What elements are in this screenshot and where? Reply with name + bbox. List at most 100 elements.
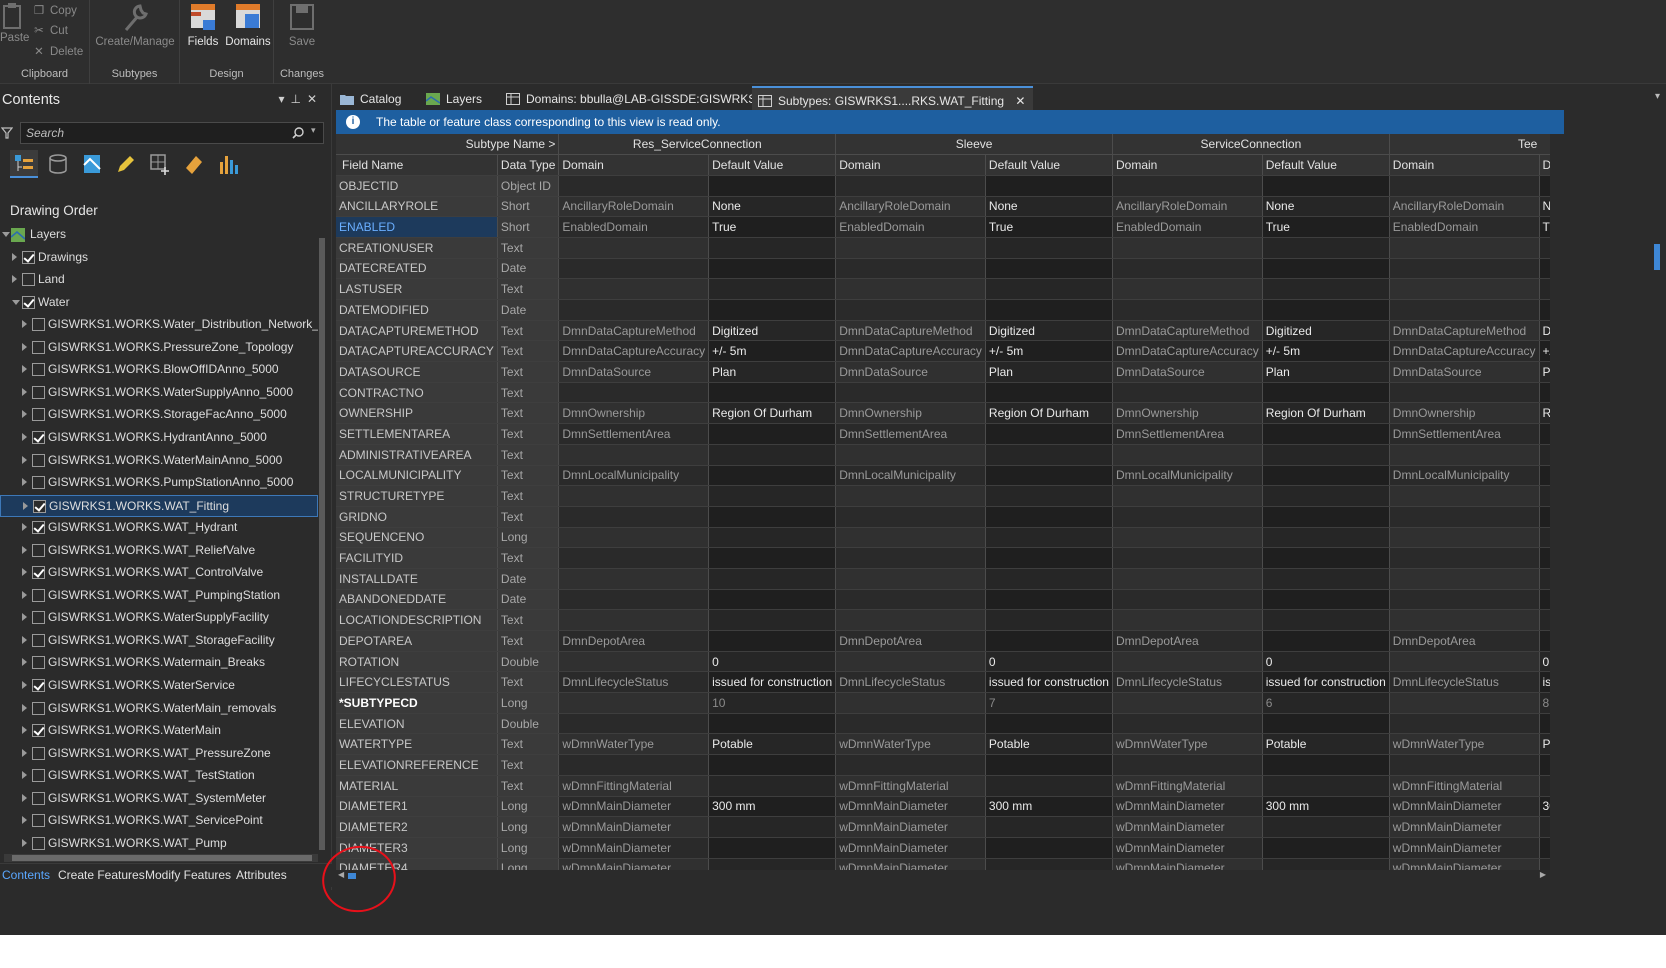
close-icon[interactable]: ✕ xyxy=(307,92,323,106)
default-value-cell[interactable]: True xyxy=(708,216,837,238)
domain-cell[interactable] xyxy=(558,506,710,528)
visibility-checkbox[interactable] xyxy=(32,769,45,783)
scroll-right-arrow-icon[interactable]: ▶ xyxy=(1540,870,1546,879)
domain-cell[interactable] xyxy=(1389,568,1540,590)
expand-arrow-icon[interactable] xyxy=(22,342,27,351)
default-value-cell[interactable] xyxy=(1262,444,1390,466)
domain-cell[interactable]: DmnSettlementArea xyxy=(1389,423,1540,445)
field-name-cell[interactable]: MATERIAL xyxy=(336,775,498,797)
field-name-cell[interactable]: GRIDNO xyxy=(336,506,498,528)
field-name-cell[interactable]: LIFECYCLESTATUS xyxy=(336,671,498,694)
domain-cell[interactable] xyxy=(1112,237,1263,259)
domain-cell[interactable]: DmnSettlementArea xyxy=(1112,423,1263,445)
domain-cell[interactable]: wDmnFittingMaterial xyxy=(1112,775,1263,797)
tab-domains[interactable]: Domains: bbulla@LAB-GISSDE:GISWRKS1 xyxy=(506,86,763,110)
default-value-cell[interactable] xyxy=(1262,713,1390,735)
default-value-cell[interactable] xyxy=(1262,382,1390,404)
domain-cell[interactable]: DmnDataSource xyxy=(835,361,986,383)
domain-cell[interactable] xyxy=(1112,568,1263,590)
scroll-thumb[interactable] xyxy=(1654,244,1660,270)
data-source-tool[interactable] xyxy=(44,150,72,178)
default-value-cell[interactable] xyxy=(1262,423,1390,445)
default-value-cell[interactable]: None xyxy=(1539,196,1550,218)
domain-cell[interactable] xyxy=(835,692,986,714)
default-value-cell[interactable]: 0 xyxy=(708,651,837,673)
layer-tree-item[interactable]: GISWRKS1.WORKS.WAT_StorageFacility xyxy=(0,630,318,652)
default-value-cell[interactable]: 10 xyxy=(708,692,837,714)
domain-cell[interactable]: DmnDepotArea xyxy=(1112,630,1263,652)
layer-tree-item[interactable]: GISWRKS1.WORKS.WaterSupplyFacility xyxy=(0,607,318,629)
visibility-checkbox[interactable] xyxy=(32,340,45,354)
default-value-cell[interactable] xyxy=(985,423,1113,445)
layer-tree-item[interactable]: GISWRKS1.WORKS.WaterMain_removals xyxy=(0,698,318,720)
default-value-cell[interactable]: Potable xyxy=(708,733,837,756)
default-value-cell[interactable]: Plan xyxy=(985,361,1113,383)
domain-cell[interactable] xyxy=(1112,382,1263,404)
drawing-order-tool[interactable] xyxy=(10,150,38,178)
domain-cell[interactable] xyxy=(835,444,986,466)
domain-cell[interactable]: wDmnMainDiameter xyxy=(558,796,710,818)
domain-cell[interactable] xyxy=(1389,547,1540,569)
fields-button[interactable]: Fields xyxy=(184,2,222,48)
default-value-cell[interactable] xyxy=(1539,485,1550,507)
default-value-cell[interactable] xyxy=(708,609,837,631)
domain-cell[interactable] xyxy=(1389,444,1540,466)
domain-cell[interactable]: DmnDepotArea xyxy=(1389,630,1540,652)
default-value-cell[interactable]: 7 xyxy=(985,692,1113,714)
domain-cell[interactable] xyxy=(558,527,710,549)
visibility-checkbox[interactable] xyxy=(32,453,45,467)
default-value-cell[interactable]: +/- 5m xyxy=(1262,340,1390,363)
domain-cell[interactable] xyxy=(835,237,986,259)
domain-column-header[interactable]: Domain xyxy=(558,154,710,176)
default-value-cell[interactable] xyxy=(985,444,1113,466)
data-type-column-header[interactable]: Data Type xyxy=(497,154,560,176)
default-value-cell[interactable] xyxy=(985,237,1113,259)
domain-cell[interactable] xyxy=(835,754,986,776)
expand-arrow-icon[interactable] xyxy=(22,771,27,780)
default-value-cell[interactable]: Plan xyxy=(1539,361,1550,383)
field-name-cell[interactable]: ADMINISTRATIVEAREA xyxy=(336,444,498,466)
field-name-cell[interactable]: ENABLED xyxy=(336,216,498,238)
domain-cell[interactable] xyxy=(558,713,710,735)
expand-arrow-icon[interactable] xyxy=(12,252,17,261)
domain-cell[interactable]: DmnDataCaptureAccuracy xyxy=(558,340,710,363)
default-value-cell[interactable]: Potable xyxy=(985,733,1113,756)
domain-cell[interactable] xyxy=(1112,754,1263,776)
field-name-cell[interactable]: SETTLEMENTAREA xyxy=(336,423,498,445)
domain-cell[interactable]: DmnDataCaptureMethod xyxy=(1389,320,1540,342)
domain-cell[interactable]: AncillaryRoleDomain xyxy=(1389,196,1540,218)
visibility-checkbox[interactable] xyxy=(32,656,45,670)
domain-cell[interactable] xyxy=(835,258,986,280)
layer-tree-item[interactable]: GISWRKS1.WORKS.WAT_ReliefValve xyxy=(0,540,318,562)
default-value-cell[interactable]: 0 xyxy=(1262,651,1390,673)
domain-cell[interactable]: wDmnMainDiameter xyxy=(1112,837,1263,859)
domain-column-header[interactable]: Domain xyxy=(835,154,986,176)
field-name-cell[interactable]: SEQUENCENO xyxy=(336,527,498,549)
pane-menu-icon[interactable]: ▾ xyxy=(278,92,290,106)
domain-cell[interactable] xyxy=(1389,589,1540,611)
default-value-cell[interactable] xyxy=(1539,527,1550,549)
domain-cell[interactable]: wDmnFittingMaterial xyxy=(835,775,986,797)
subtype-header[interactable]: Tee xyxy=(1389,134,1550,156)
grid-vertical-scrollbar[interactable] xyxy=(1652,134,1662,914)
default-value-cell[interactable]: +/- 5m xyxy=(708,340,837,363)
default-value-cell[interactable]: 8 xyxy=(1539,692,1550,714)
domain-cell[interactable]: EnabledDomain xyxy=(1389,216,1540,238)
default-value-cell[interactable] xyxy=(708,568,837,590)
default-value-cell[interactable] xyxy=(985,485,1113,507)
domain-cell[interactable]: wDmnMainDiameter xyxy=(1389,816,1540,838)
domain-cell[interactable] xyxy=(835,278,986,300)
scroll-thumb[interactable] xyxy=(12,855,312,861)
domain-cell[interactable]: wDmnMainDiameter xyxy=(1389,796,1540,818)
domain-cell[interactable]: AncillaryRoleDomain xyxy=(1112,196,1263,218)
domain-cell[interactable] xyxy=(1112,175,1263,197)
default-value-cell[interactable] xyxy=(1539,299,1550,321)
domain-cell[interactable] xyxy=(1112,589,1263,611)
domain-cell[interactable] xyxy=(1389,527,1540,549)
visibility-checkbox[interactable] xyxy=(22,295,35,309)
default-value-cell[interactable] xyxy=(1539,568,1550,590)
domain-cell[interactable]: DmnLocalMunicipality xyxy=(1389,465,1540,487)
visibility-checkbox[interactable] xyxy=(22,273,35,287)
domain-cell[interactable] xyxy=(835,609,986,631)
field-name-cell[interactable]: DATACAPTUREACCURACY xyxy=(336,340,498,363)
